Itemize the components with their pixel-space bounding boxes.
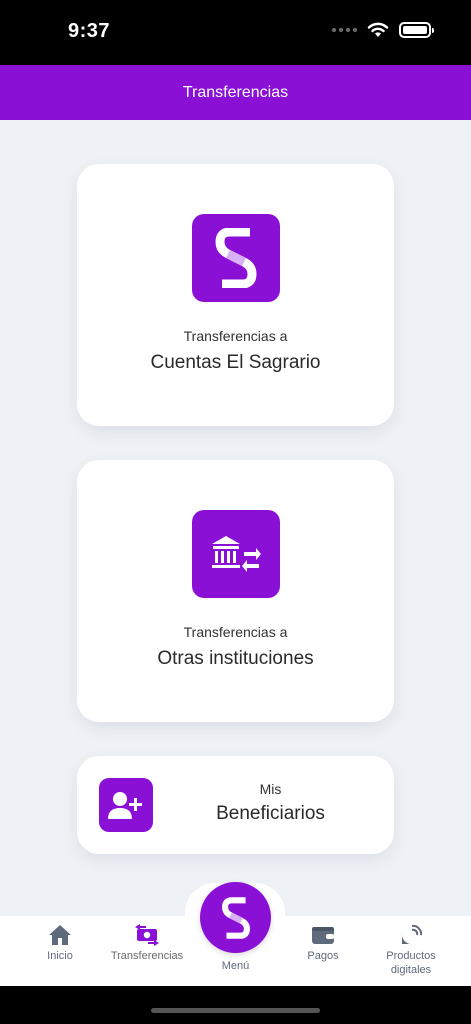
- tab-label: Pagos: [307, 950, 339, 962]
- tab-label: Productos digitales: [386, 950, 436, 976]
- tab-inicio[interactable]: Inicio: [30, 916, 90, 986]
- page-title: Transferencias: [182, 83, 289, 101]
- status-bar: 9:37: [0, 0, 471, 65]
- tab-menu-label[interactable]: Menú: [200, 960, 271, 972]
- card-mis-beneficiarios[interactable]: Mis Beneficiarios: [77, 756, 394, 854]
- battery-icon: [399, 22, 434, 38]
- tab-transferencias[interactable]: Transferencias: [104, 916, 190, 986]
- tab-label: Inicio: [47, 950, 73, 962]
- card-subtitle: Transferencias a: [183, 624, 288, 640]
- card-cuentas-el-sagrario[interactable]: Transferencias a Cuentas El Sagrario: [77, 164, 394, 426]
- sagrario-logo-icon: [192, 214, 280, 302]
- card-title: Otras instituciones: [157, 648, 314, 669]
- card-otras-instituciones[interactable]: Transferencias a Otras instituciones: [77, 460, 394, 722]
- content-area: Transferencias a Cuentas El Sagrario Tra…: [0, 120, 471, 916]
- bank-transfer-icon: [192, 510, 280, 598]
- page-header: Transferencias: [0, 65, 471, 120]
- add-user-icon: [99, 778, 153, 832]
- home-bar: [0, 986, 471, 1024]
- satellite-icon: [401, 924, 423, 945]
- money-transfer-icon: [135, 924, 159, 946]
- home-icon: [49, 925, 71, 945]
- signal-icon: [332, 28, 357, 32]
- card-title: Beneficiarios: [216, 803, 325, 824]
- status-icons: [332, 22, 434, 38]
- sagrario-logo-icon: [221, 896, 250, 939]
- card-title: Cuentas El Sagrario: [150, 352, 321, 373]
- wifi-icon: [367, 22, 389, 37]
- wallet-icon: [312, 927, 334, 944]
- tab-productos-digitales[interactable]: Productos digitales: [372, 916, 450, 986]
- card-subtitle: Transferencias a: [183, 328, 288, 344]
- home-indicator[interactable]: [151, 1008, 320, 1013]
- tab-label: Transferencias: [110, 950, 184, 962]
- tab-pagos[interactable]: Pagos: [291, 916, 355, 986]
- status-time: 9:37: [68, 20, 111, 42]
- card-subtitle: Mis: [259, 781, 282, 797]
- tab-menu-button[interactable]: [200, 882, 271, 953]
